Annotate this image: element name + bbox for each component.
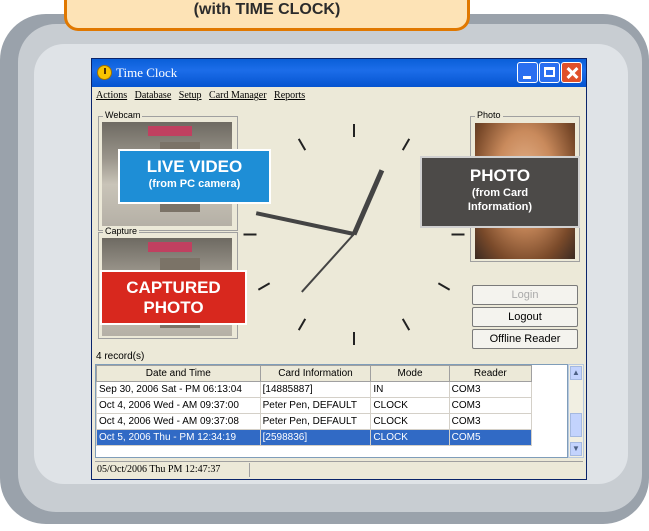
cell-card: Peter Pen, DEFAULT bbox=[259, 413, 372, 430]
clock-tick bbox=[401, 138, 411, 151]
table-row[interactable]: Sep 30, 2006 Sat - PM 06:13:04 [14885887… bbox=[96, 381, 533, 398]
login-button[interactable]: Login bbox=[472, 285, 578, 305]
cell-card: Peter Pen, DEFAULT bbox=[259, 397, 372, 414]
title-bar[interactable]: Time Clock bbox=[92, 59, 586, 87]
records-table: Date and Time Card Information Mode Read… bbox=[96, 365, 533, 446]
minute-hand bbox=[255, 211, 355, 236]
photo-subtitle-1: (from Card bbox=[471, 187, 529, 199]
records-grid[interactable]: Date and Time Card Information Mode Read… bbox=[95, 364, 568, 458]
cell-date: Oct 4, 2006 Wed - AM 09:37:00 bbox=[96, 397, 261, 414]
cell-reader: COM3 bbox=[448, 413, 533, 430]
captured-line-2: PHOTO bbox=[143, 298, 204, 317]
scroll-up-icon[interactable]: ▲ bbox=[570, 366, 582, 380]
cell-reader: COM5 bbox=[448, 429, 533, 446]
table-row[interactable]: Oct 4, 2006 Wed - AM 09:37:00 Peter Pen,… bbox=[96, 397, 533, 414]
cell-reader: COM3 bbox=[448, 381, 533, 398]
offline-reader-button[interactable]: Offline Reader bbox=[472, 329, 578, 349]
banner: (with TIME CLOCK) bbox=[64, 0, 470, 31]
captured-line-1: CAPTURED bbox=[126, 278, 221, 297]
photo-callout: PHOTO (from Card Information) bbox=[420, 156, 580, 228]
menu-actions[interactable]: Actions bbox=[96, 90, 127, 101]
cell-mode: CLOCK bbox=[370, 397, 450, 414]
cell-date: Oct 5, 2006 Thu - PM 12:34:19 bbox=[96, 429, 261, 446]
live-video-title: LIVE VIDEO bbox=[146, 157, 243, 176]
menu-bar: Actions Database Setup Card Manager Repo… bbox=[96, 90, 310, 106]
banner-text: (with TIME CLOCK) bbox=[193, 1, 341, 18]
clock-tick bbox=[451, 233, 465, 236]
close-button[interactable] bbox=[561, 62, 582, 83]
clock-tick bbox=[243, 233, 257, 236]
cell-mode: CLOCK bbox=[370, 413, 450, 430]
clock-tick bbox=[257, 282, 271, 291]
time-clock-window: Time Clock Actions Database Setup Card M… bbox=[91, 58, 587, 480]
scroll-thumb[interactable] bbox=[570, 413, 582, 437]
clock-tick bbox=[297, 318, 307, 331]
column-header-mode[interactable]: Mode bbox=[370, 365, 450, 382]
clock-tick bbox=[297, 138, 307, 151]
table-row-selected[interactable]: Oct 5, 2006 Thu - PM 12:34:19 [2598836] … bbox=[96, 429, 533, 446]
column-header-date[interactable]: Date and Time bbox=[96, 365, 261, 382]
clock-tick bbox=[437, 282, 451, 291]
cell-mode: IN bbox=[370, 381, 450, 398]
clock-tick bbox=[401, 318, 411, 331]
scroll-down-icon[interactable]: ▼ bbox=[570, 442, 582, 456]
capture-label: Capture bbox=[103, 226, 140, 236]
webcam-label: Webcam bbox=[103, 110, 143, 120]
status-datetime: 05/Oct/2006 Thu PM 12:47:37 bbox=[97, 464, 221, 475]
menu-setup[interactable]: Setup bbox=[179, 90, 202, 101]
cell-mode: CLOCK bbox=[370, 429, 450, 446]
cell-card: [2598836] bbox=[259, 429, 372, 446]
clock-tick bbox=[353, 124, 355, 137]
cell-date: Sep 30, 2006 Sat - PM 06:13:04 bbox=[96, 381, 261, 398]
status-divider bbox=[249, 463, 250, 477]
record-count: 4 record(s) bbox=[96, 351, 145, 362]
cell-reader: COM3 bbox=[448, 397, 533, 414]
window-title: Time Clock bbox=[116, 65, 178, 80]
status-bar: 05/Oct/2006 Thu PM 12:47:37 bbox=[95, 461, 583, 478]
column-header-reader[interactable]: Reader bbox=[448, 365, 533, 382]
menu-reports[interactable]: Reports bbox=[274, 90, 305, 101]
vertical-scrollbar[interactable]: ▲ ▼ bbox=[568, 364, 584, 458]
clock-tick bbox=[353, 332, 355, 345]
cell-date: Oct 4, 2006 Wed - AM 09:37:08 bbox=[96, 413, 261, 430]
photo-title: PHOTO bbox=[469, 166, 531, 185]
second-hand bbox=[301, 233, 355, 293]
live-video-subtitle: (from PC camera) bbox=[148, 178, 241, 190]
hour-hand bbox=[351, 168, 385, 235]
column-header-card[interactable]: Card Information bbox=[259, 365, 372, 382]
photo-label: Photo bbox=[475, 110, 503, 120]
photo-subtitle-2: Information) bbox=[467, 201, 533, 213]
captured-photo-callout: CAPTURED PHOTO bbox=[100, 270, 247, 325]
live-video-callout: LIVE VIDEO (from PC camera) bbox=[118, 149, 271, 204]
maximize-button[interactable] bbox=[539, 62, 560, 83]
cell-card: [14885887] bbox=[259, 381, 372, 398]
menu-card-manager[interactable]: Card Manager bbox=[209, 90, 266, 101]
clock-icon bbox=[97, 65, 112, 80]
minimize-button[interactable] bbox=[517, 62, 538, 83]
table-row[interactable]: Oct 4, 2006 Wed - AM 09:37:08 Peter Pen,… bbox=[96, 413, 533, 430]
menu-database[interactable]: Database bbox=[135, 90, 172, 101]
analog-clock bbox=[242, 117, 466, 351]
logout-button[interactable]: Logout bbox=[472, 307, 578, 327]
